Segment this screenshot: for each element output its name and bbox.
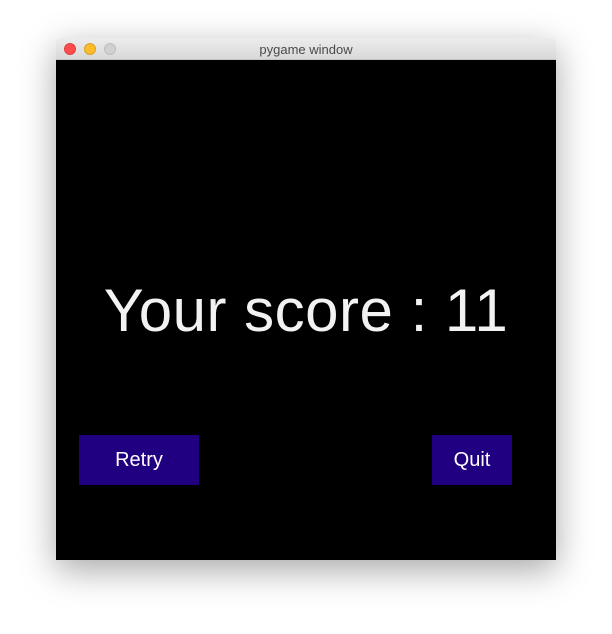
title-bar[interactable]: pygame window <box>56 38 556 60</box>
window-title: pygame window <box>259 42 353 57</box>
pygame-window: pygame window Your score : 11 Retry Quit <box>56 38 556 560</box>
quit-button[interactable]: Quit <box>432 435 512 485</box>
score-text: Your score : 11 <box>103 277 509 344</box>
retry-button[interactable]: Retry <box>79 435 199 485</box>
game-canvas: Your score : 11 Retry Quit <box>56 60 556 560</box>
